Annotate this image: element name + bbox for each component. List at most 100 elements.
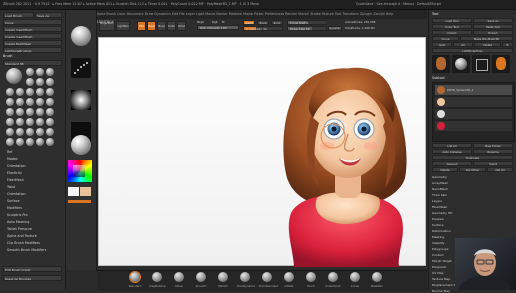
brush-submenu-modes[interactable]: Modes [7,157,18,161]
brush-thumb-icon[interactable] [26,98,34,106]
brush-thumb-icon[interactable] [6,98,14,106]
paste-tool-button[interactable]: Paste Tool [473,24,513,29]
tool-submenu-fibermesh[interactable]: FiberMesh [432,205,447,209]
shelf-brush-move-icon[interactable] [174,272,184,282]
subtool-title[interactable]: Subtool [432,76,445,80]
brush-preview-icon[interactable] [71,26,91,46]
export-button[interactable]: Export [473,30,513,35]
brush-submenu-ref[interactable]: Ref [7,150,12,154]
zsub-button[interactable]: Zsub [257,20,269,25]
shelf-brush-inflate-icon[interactable] [284,272,294,282]
rgb-intensity-slider[interactable]: Rgb Intensity 100 [197,25,239,30]
subtool-row-selected[interactable]: PM3D_Sphere3D_1 [435,85,512,95]
insert-button[interactable]: Insert [473,161,513,166]
material-icon[interactable] [71,135,91,155]
brush-thumb-icon[interactable] [46,138,54,146]
brush-thumb-icon[interactable] [26,118,34,126]
import-button[interactable]: Import [432,30,472,35]
tool-thumb-icon[interactable] [432,55,450,73]
brush-thumb-icon[interactable] [36,108,44,116]
tool-submenu-arraymesh[interactable]: ArrayMesh [432,181,448,185]
create-multimesh-button[interactable]: Create MultiMesh [3,40,62,46]
brush-thumb-icon[interactable] [46,98,54,106]
brush-submenu-smooth[interactable]: Smooth Brush Modifiers [7,248,46,252]
shelf-brush-maskpen-icon[interactable] [372,272,382,282]
del-other-button[interactable]: Del Other [459,167,486,172]
create-insertmesh-button-2[interactable]: Create InsertMesh [3,33,62,39]
brush-submenu-orientation[interactable]: Orientation [7,164,26,168]
brush-thumb-icon[interactable] [26,78,34,86]
save-as-tool-button[interactable]: Save As [473,18,513,23]
sculpt-model-character[interactable] [99,38,427,267]
dynamic-button[interactable]: Dynamic [328,26,342,31]
alpha-icon[interactable] [71,90,91,110]
shelf-brush-curve-icon[interactable] [350,272,360,282]
clone-tool-button[interactable]: Clone [432,36,459,41]
brush-thumb-icon[interactable] [6,138,14,146]
brush-thumb-icon[interactable] [16,88,24,96]
reset-all-brushes-button[interactable]: Reset All Brushes [3,275,62,281]
clone-button[interactable]: Clone [3,19,62,25]
brush-thumb-icon[interactable] [26,108,34,116]
brush-thumb-icon[interactable] [16,138,24,146]
tool-submenu-deformation[interactable]: Deformation [432,229,451,233]
goz-button[interactable]: GoZ [432,42,452,47]
rename-button[interactable]: Rename [473,149,513,154]
brush-thumb-icon[interactable] [16,128,24,136]
subtool-row[interactable] [435,121,512,131]
rotate-mode-button[interactable]: Rotate [177,21,186,31]
brush-thumb-icon[interactable] [46,128,54,136]
load-brush-button[interactable]: Load Brush [3,12,34,18]
brush-thumb-icon[interactable] [36,98,44,106]
append-button[interactable]: Append [432,161,472,166]
document-canvas[interactable] [98,37,427,267]
brush-thumb-icon[interactable] [6,128,14,136]
palette-menus[interactable]: Alpha Brush Color Document Draw Dynamics… [96,12,393,16]
tool-submenu-nanomesh[interactable]: NanoMesh [432,187,448,191]
brush-thumb-icon[interactable] [16,118,24,126]
brush-thumb-icon[interactable] [36,118,44,126]
brush-submenu-fibermesh[interactable]: FiberMesh [7,178,24,182]
load-tool-button[interactable]: Load Tool [432,18,472,23]
draw-size-slider[interactable]: Draw Size 64 [287,26,327,31]
brush-submenu-sculptris[interactable]: Sculptris Pro [7,213,28,217]
tool-submenu-texture-map[interactable]: Texture Map [432,277,450,281]
brush-thumb-icon[interactable] [26,88,34,96]
zadd-button[interactable]: Zadd [243,20,255,25]
rgb-label[interactable]: Rgb [212,20,218,24]
secondary-color-swatch[interactable] [80,187,91,196]
tool-submenu-geometry[interactable]: Geometry [432,175,447,179]
r-button[interactable]: R [502,42,513,47]
brush-submenu-modifiers[interactable]: Modifiers [7,206,22,210]
color-picker-icon[interactable] [68,160,92,182]
shelf-brush-claybuildup-icon[interactable] [152,272,162,282]
brush-thumb-icon[interactable] [46,78,54,86]
tool-thumb-icon[interactable] [492,55,510,73]
edit-brush-credit-button[interactable]: Edit Brush Credit [3,266,62,272]
focal-shift-slider[interactable]: Focal Shift 0 [287,20,327,25]
lightbox-button[interactable]: LightBox [116,21,130,31]
brush-thumb-icon[interactable] [16,98,24,106]
brush-thumb-icon[interactable] [36,68,44,76]
create-insertmesh-button[interactable]: Create InsertMesh [3,26,62,32]
shelf-brush-snakehook-icon[interactable] [328,272,338,282]
brush-thumb-icon[interactable] [26,68,34,76]
current-brush-icon[interactable] [6,68,22,84]
tool-submenu-visibility[interactable]: Visibility [432,241,445,245]
tool-thumb-icon[interactable] [452,55,470,73]
edit-mode-button[interactable]: Edit [137,21,146,31]
brush-submenu-tablet[interactable]: Tablet Pressure [7,227,32,231]
list-all-button[interactable]: List All [432,143,472,148]
shelf-brush-trimdynamic-icon[interactable] [240,272,250,282]
tool-submenu-surface[interactable]: Surface [432,223,443,227]
lightbox-tools-button[interactable]: Lightbox▸Tools [432,48,513,53]
tool-submenu-contact[interactable]: Contact [432,253,444,257]
shelf-brush-standard-icon[interactable] [129,271,141,283]
tool-submenu-geometry-hd[interactable]: Geometry HD [432,211,452,215]
zcut-button[interactable]: Zcut [271,20,283,25]
shelf-brush-smooth-icon[interactable] [196,272,206,282]
tool-submenu-preview[interactable]: Preview [432,217,444,221]
draw-mode-button[interactable]: Draw [147,21,156,31]
brush-thumb-icon[interactable] [36,88,44,96]
z-intensity-slider[interactable]: Z Intensity 32 [243,26,283,31]
